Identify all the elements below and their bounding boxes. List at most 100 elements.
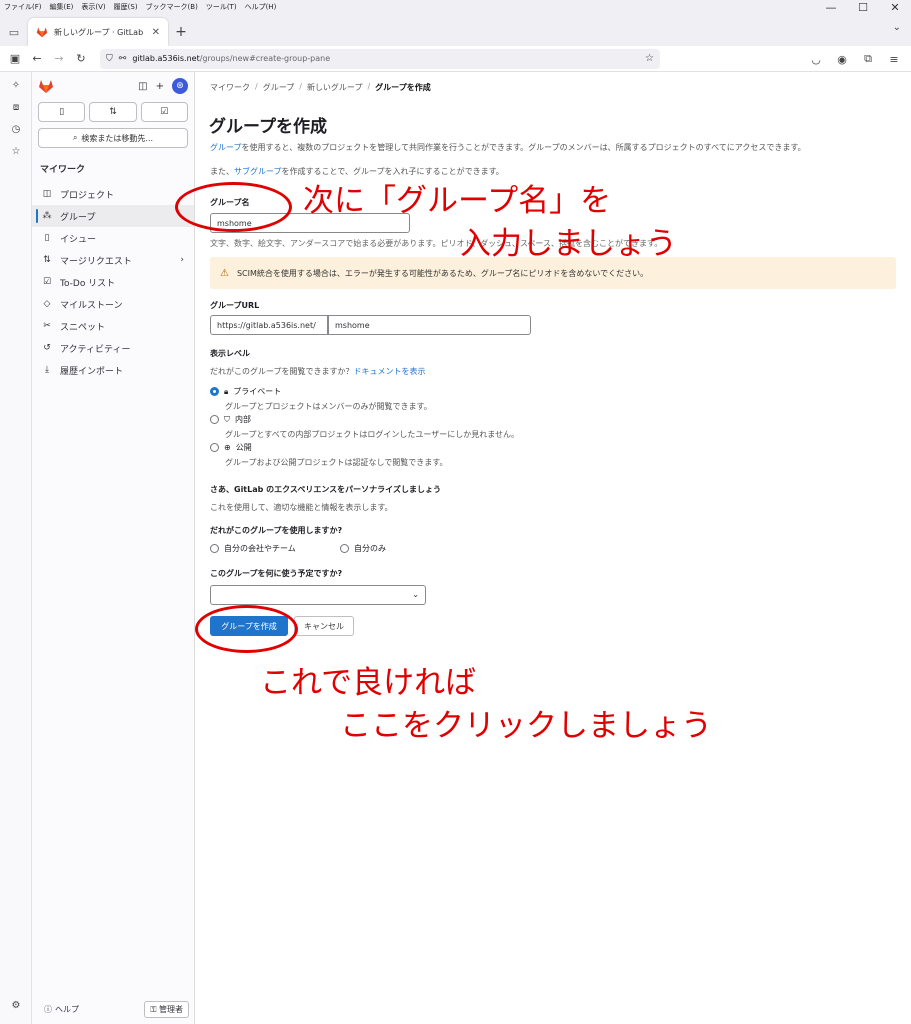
- address-bar[interactable]: ⛉ ⚯ gitlab.a536is.net/groups/new#create-…: [100, 48, 660, 69]
- sidebar-item[interactable]: ◫ プロジェクト: [32, 183, 194, 205]
- radio-just-me[interactable]: 自分のみ: [340, 543, 386, 554]
- admin-button[interactable]: ⚿ 管理者: [144, 1001, 189, 1018]
- create-new-icon[interactable]: +: [156, 81, 164, 92]
- issues-button[interactable]: ▯: [38, 102, 86, 122]
- menu-bookmarks[interactable]: ブックマーク(B): [146, 2, 198, 12]
- radio-circle[interactable]: [340, 544, 349, 553]
- sidebar-item[interactable]: ⇅ マージリクエスト ›: [32, 249, 194, 271]
- ai-chat-icon[interactable]: ✧: [0, 74, 32, 96]
- gitlab-logo-icon[interactable]: [38, 78, 54, 94]
- menu-file[interactable]: ファイル(F): [4, 2, 42, 12]
- gitlab-favicon-icon: [36, 27, 48, 38]
- bookmark-star-icon[interactable]: ☆: [645, 53, 654, 64]
- sidebar-item[interactable]: ↺ アクティビティー: [32, 337, 194, 359]
- sidebar-item[interactable]: ▯ イシュー: [32, 227, 194, 249]
- search-button[interactable]: ⌕ 検索または移動先...: [38, 128, 188, 148]
- annotation-text-1-line1: 次に「グループ名」を: [303, 183, 612, 219]
- radio-company-team[interactable]: 自分の会社やチーム: [210, 543, 296, 554]
- settings-gear-icon[interactable]: ⚙: [0, 994, 32, 1016]
- menu-help[interactable]: ヘルプ(H): [245, 2, 277, 12]
- merge-request-icon: ⇅: [109, 107, 117, 117]
- annotation-text-2-line2: ここをクリックしましょう: [340, 708, 712, 744]
- radio-circle[interactable]: [210, 415, 219, 424]
- extensions-icon[interactable]: ⧉: [857, 48, 879, 70]
- menu-tools[interactable]: ツール(T): [206, 2, 237, 12]
- tab-title: 新しいグループ · GitLab: [54, 27, 144, 37]
- account-icon[interactable]: ◉: [831, 48, 853, 70]
- radio-circle[interactable]: [210, 544, 219, 553]
- sidebar-item[interactable]: ☑ To-Do リスト: [32, 271, 194, 293]
- menu-history[interactable]: 履歴(S): [114, 2, 138, 12]
- breadcrumb: マイワーク / グループ / 新しいグループ / グループを作成: [210, 82, 431, 93]
- visibility-option-desc: グループとプロジェクトはメンバーのみが閲覧できます。: [225, 402, 432, 411]
- import-icon: ⤓: [45, 365, 49, 375]
- sidebar-item-label: マージリクエスト: [60, 256, 132, 267]
- breadcrumb-item[interactable]: 新しいグループ: [307, 82, 363, 93]
- group-url-prefix: https://gitlab.a536is.net/: [210, 315, 328, 335]
- merge-requests-button[interactable]: ⇅: [89, 102, 137, 122]
- back-arrow-icon[interactable]: ←: [26, 48, 48, 70]
- visibility-option-label: プライベート: [233, 387, 282, 396]
- visibility-docs-link[interactable]: ドキュメントを表示: [354, 367, 426, 376]
- issue-icon: ▯: [59, 107, 65, 117]
- tab-close-icon[interactable]: ✕: [152, 27, 160, 38]
- subgroups-link[interactable]: サブグループ: [234, 167, 282, 176]
- purpose-label: このグループを何に使う予定ですか?: [210, 569, 343, 578]
- group-url-input[interactable]: mshome: [328, 315, 531, 335]
- personalize-title: さあ、GitLab のエクスペリエンスをパーソナライズしましょう: [210, 485, 441, 494]
- visibility-radio[interactable]: ⛉ 内部: [210, 414, 251, 425]
- menu-view[interactable]: 表示(V): [81, 2, 105, 12]
- breadcrumb-current: グループを作成: [375, 83, 431, 92]
- page-info-icon[interactable]: ⚯: [119, 54, 127, 64]
- visibility-option-desc: グループおよび公開プロジェクトは認証なしで閲覧できます。: [225, 458, 448, 467]
- lock-icon: 🔒︎: [224, 386, 229, 396]
- annotation-ellipse-group-name: [175, 182, 292, 232]
- menu-bar: ファイル(F) 編集(E) 表示(V) 履歴(S) ブックマーク(B) ツール(…: [0, 0, 911, 14]
- sidebar-item[interactable]: ⁂ グループ: [32, 205, 194, 227]
- project-icon: ◫: [42, 189, 52, 199]
- synced-tabs-icon[interactable]: ⧈: [0, 96, 32, 118]
- groups-link[interactable]: グループ: [210, 143, 242, 152]
- bookmarks-icon[interactable]: ☆: [0, 140, 32, 162]
- radio-circle[interactable]: [210, 443, 219, 452]
- sidebar-item-label: プロジェクト: [60, 190, 115, 201]
- cancel-button[interactable]: キャンセル: [294, 616, 354, 636]
- visibility-radio[interactable]: ⊕ 公開: [210, 442, 252, 453]
- todo-icon: ☑: [42, 277, 52, 287]
- sidebar-item[interactable]: ✂ スニペット: [32, 315, 194, 337]
- personalize-desc: これを使用して、適切な機能と情報を表示します。: [210, 503, 393, 512]
- help-circle-icon: ⓘ: [44, 1005, 52, 1014]
- collapse-sidebar-icon[interactable]: ◫: [138, 81, 147, 92]
- visibility-radio[interactable]: 🔒︎ プライベート: [210, 386, 281, 397]
- user-avatar[interactable]: ⊛: [172, 78, 188, 94]
- breadcrumb-item[interactable]: マイワーク: [210, 82, 250, 93]
- sidebar-item[interactable]: ◇ マイルストーン: [32, 293, 194, 315]
- tab-overflow-chevron-icon[interactable]: ⌄: [893, 22, 901, 33]
- pocket-icon[interactable]: ◡: [805, 48, 827, 70]
- tab-list-icon[interactable]: ▭: [0, 18, 28, 46]
- milestone-icon: ◇: [43, 299, 51, 309]
- todos-button[interactable]: ☑: [140, 102, 188, 122]
- warning-icon: ⚠: [220, 267, 229, 279]
- page-title: グループを作成: [209, 117, 327, 137]
- sidebar-item-label: 履歴インポート: [60, 366, 124, 377]
- menu-edit[interactable]: 編集(E): [50, 2, 74, 12]
- sidebar-toggle-icon[interactable]: ▣: [4, 48, 26, 70]
- new-tab-icon[interactable]: +: [168, 18, 194, 46]
- sidebar-item[interactable]: ⤓ 履歴インポート: [32, 359, 194, 381]
- help-button[interactable]: ⓘ ヘルプ: [38, 1004, 79, 1015]
- browser-tab-active[interactable]: 新しいグループ · GitLab ✕: [28, 18, 168, 46]
- history-icon[interactable]: ◷: [0, 118, 32, 140]
- sidebar-item-label: To-Do リスト: [60, 278, 116, 289]
- shield-icon: ⛉: [224, 414, 230, 424]
- radio-circle[interactable]: [210, 387, 219, 396]
- breadcrumb-item[interactable]: グループ: [263, 82, 295, 93]
- reload-icon[interactable]: ↻: [70, 48, 92, 70]
- purpose-select[interactable]: ⌄: [210, 585, 426, 605]
- visibility-question: だれがこのグループを閲覧できますか？ドキュメントを表示: [210, 367, 426, 376]
- navigation-bar: ▣ ← → ↻ ⛉ ⚯ gitlab.a536is.net/groups/new…: [0, 46, 911, 72]
- menu-hamburger-icon[interactable]: ≡: [883, 48, 905, 70]
- who-uses-label: だれがこのグループを使用しますか?: [210, 526, 343, 535]
- forward-arrow-icon[interactable]: →: [48, 48, 70, 70]
- group-url-label: グループURL: [210, 301, 260, 310]
